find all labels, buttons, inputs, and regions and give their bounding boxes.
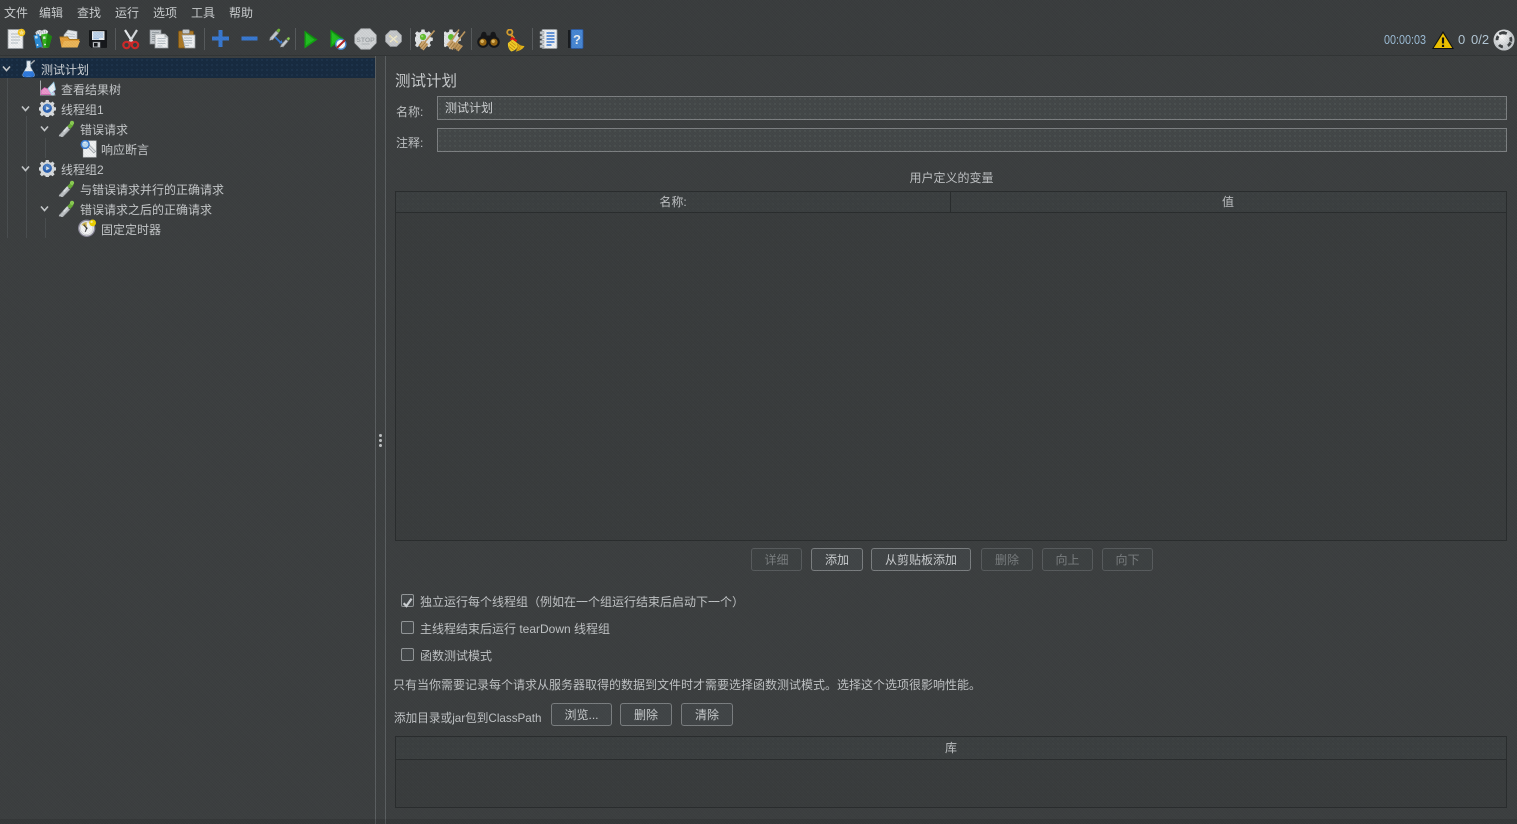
svg-text:STOP: STOP	[356, 37, 375, 44]
svg-text:?: ?	[573, 32, 581, 47]
